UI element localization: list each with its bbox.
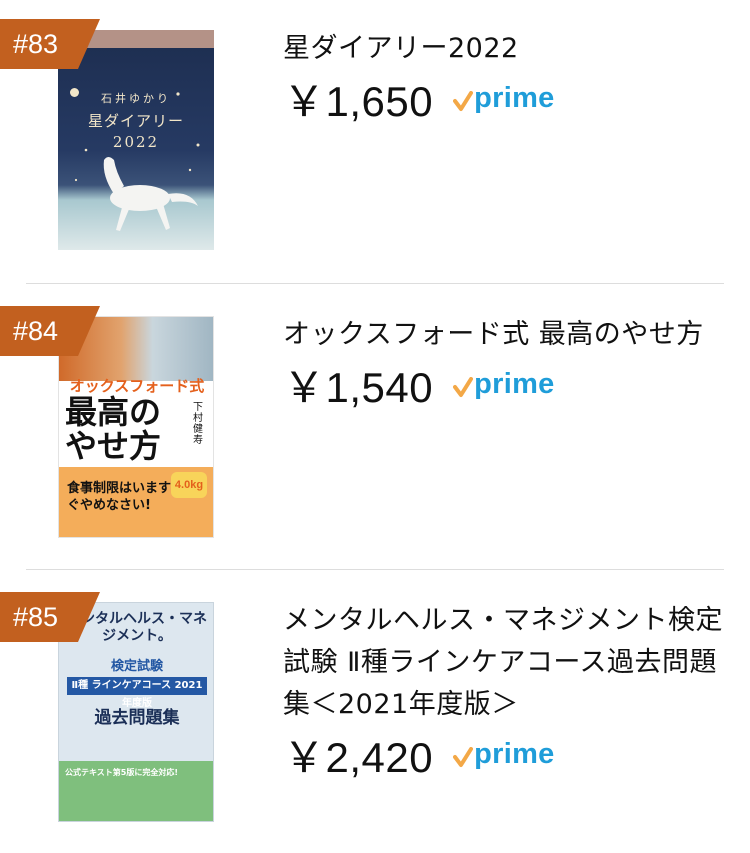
item-title[interactable]: 星ダイアリー2022 (283, 28, 723, 70)
prime-check-icon (453, 747, 474, 767)
prime-label: prime (474, 737, 555, 770)
price-row: ￥1,650 prime (283, 72, 723, 125)
price-row: ￥2,420 prime (283, 728, 723, 781)
book-cover[interactable]: 石井ゆかり 星ダイアリー 2022 (58, 30, 214, 250)
item-info: 星ダイアリー2022 ￥1,650 prime (283, 28, 723, 125)
item-info: オックスフォード式 最高のやせ方 ￥1,540 prime (283, 314, 723, 411)
item-price: ￥1,540 (283, 363, 434, 411)
prime-badge: prime (453, 78, 554, 118)
prime-label: prime (474, 81, 555, 114)
horse-illustration (74, 92, 200, 231)
cover-band-text: 公式テキスト第5版に完全対応! (65, 768, 178, 777)
book-cover[interactable]: オックスフォード式 最高のやせ方 下村健寿 食事制限はいますぐやめなさい! 4.… (58, 316, 214, 538)
prime-label: prime (474, 367, 555, 400)
prime-badge: prime (453, 734, 554, 774)
cover-author: 下村健寿 (193, 402, 203, 446)
item-price: ￥2,420 (283, 733, 434, 781)
cover-subtitle: 過去問題集 (94, 708, 180, 728)
prime-check-icon (453, 377, 474, 397)
prime-check-icon (453, 91, 474, 111)
cover-course: Ⅱ種 ラインケアコース 2021年度版 (67, 677, 207, 709)
cover-band-text: 食事制限はいますぐやめなさい! (67, 481, 172, 513)
price-row: ￥1,540 prime (283, 358, 723, 411)
item-price: ￥1,650 (283, 77, 434, 125)
item-title[interactable]: オックスフォード式 最高のやせ方 (283, 314, 723, 356)
cover-kg-badge: 4.0kg (171, 472, 207, 498)
prime-badge: prime (453, 364, 554, 404)
ranking-list: 石井ゆかり 星ダイアリー 2022 #83 星ダイアリー2022 ￥1,650 … (0, 0, 750, 853)
list-item[interactable]: メンタルヘルス・マネジメント。 検定試験 Ⅱ種 ラインケアコース 2021年度版… (0, 570, 750, 853)
list-item[interactable]: 石井ゆかり 星ダイアリー 2022 #83 星ダイアリー2022 ￥1,650 … (0, 0, 750, 283)
book-cover[interactable]: メンタルヘルス・マネジメント。 検定試験 Ⅱ種 ラインケアコース 2021年度版… (58, 602, 214, 822)
list-item[interactable]: オックスフォード式 最高のやせ方 下村健寿 食事制限はいますぐやめなさい! 4.… (0, 284, 750, 569)
cover-title: 最高のやせ方 (65, 393, 162, 465)
item-title[interactable]: メンタルヘルス・マネジメント検定試験 Ⅱ種ラインケアコース過去問題集＜2021年… (283, 600, 723, 726)
item-info: メンタルヘルス・マネジメント検定試験 Ⅱ種ラインケアコース過去問題集＜2021年… (283, 600, 723, 781)
cover-exam: 検定試験 (110, 659, 163, 674)
